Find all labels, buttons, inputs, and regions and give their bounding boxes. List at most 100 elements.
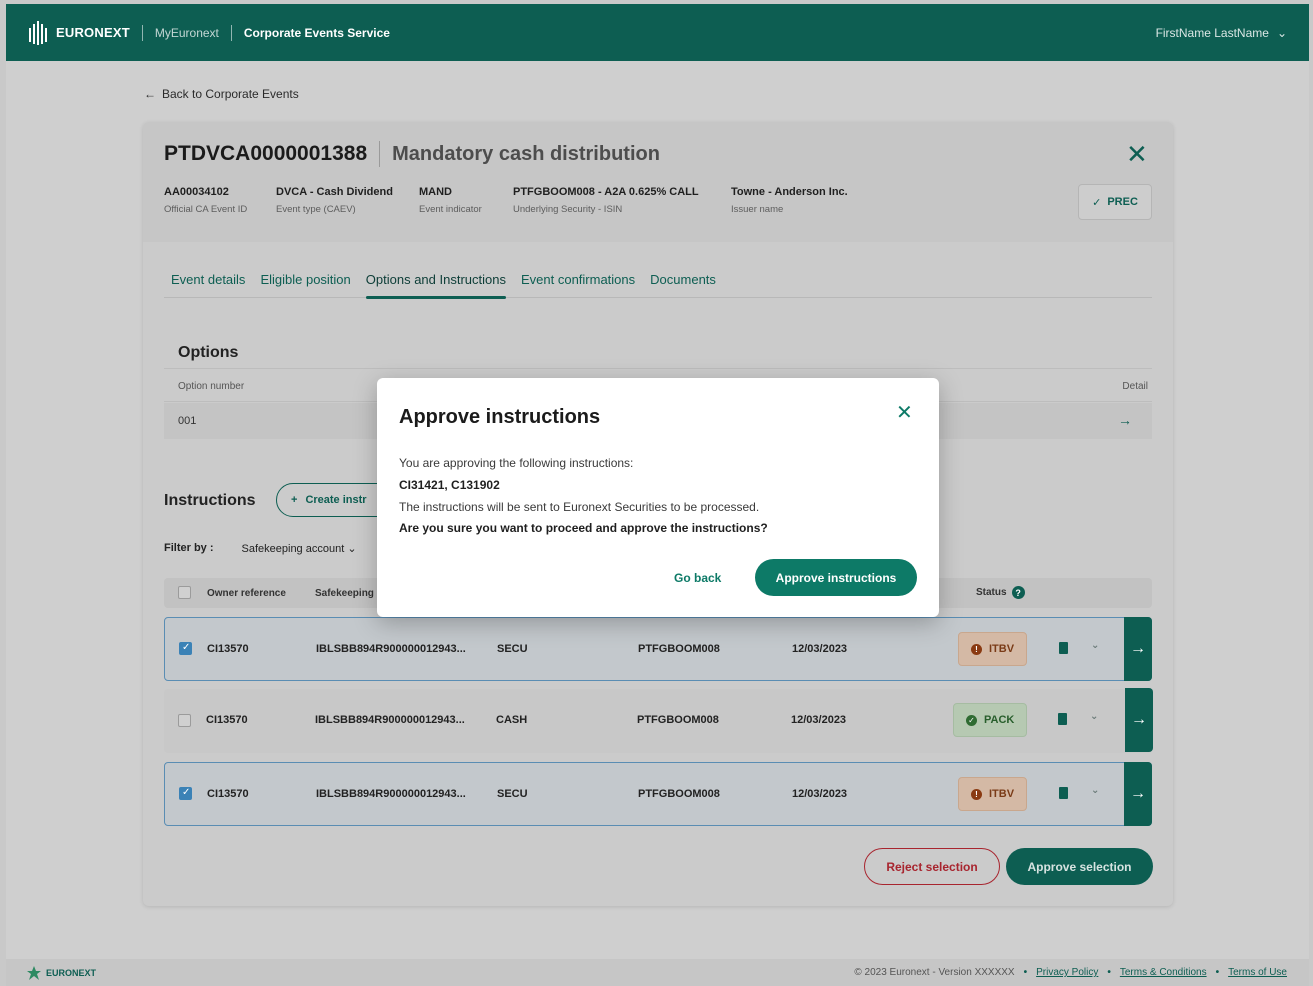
- arrow-right-icon: →: [1130, 785, 1146, 802]
- bullet-separator: •: [1215, 967, 1220, 978]
- filter-dropdown-label: Safekeeping account: [241, 543, 345, 555]
- type-cell: CASH: [496, 714, 528, 726]
- select-all-checkbox[interactable]: [178, 586, 191, 599]
- approve-instructions-button[interactable]: Approve instructions: [755, 559, 917, 596]
- arrow-left-icon: ←: [144, 87, 156, 101]
- row-checkbox[interactable]: [178, 714, 191, 727]
- arrow-right-icon: →: [1131, 711, 1147, 728]
- prec-status-button[interactable]: ✓ PREC: [1078, 184, 1152, 220]
- privacy-policy-link[interactable]: Privacy Policy: [1036, 967, 1098, 978]
- tab-event-confirmations[interactable]: Event confirmations: [521, 272, 635, 298]
- filter-safekeeping-dropdown[interactable]: Safekeeping account ⌄: [242, 542, 357, 555]
- check-icon: ✓: [1092, 196, 1102, 209]
- status-badge: ! ITBV: [958, 632, 1028, 666]
- reject-selection-button[interactable]: Reject selection: [864, 848, 1000, 885]
- status-label: ITBV: [989, 788, 1015, 800]
- nav-service-title[interactable]: Corporate Events Service: [244, 26, 390, 40]
- status-badge: ! ITBV: [958, 777, 1028, 811]
- user-name: FirstName LastName: [1155, 25, 1269, 40]
- terms-of-use-link[interactable]: Terms of Use: [1228, 967, 1287, 978]
- chevron-down-icon[interactable]: ⌄: [1091, 640, 1099, 651]
- isin-cell: PTFGBOOM008: [638, 788, 720, 800]
- meta-value: Towne - Anderson Inc.: [731, 186, 848, 198]
- status-badge: ✓ PACK: [953, 703, 1028, 737]
- col-safekeeping: Safekeeping: [315, 588, 374, 599]
- chevron-down-icon: ⌄: [1276, 25, 1287, 40]
- terms-conditions-link[interactable]: Terms & Conditions: [1120, 967, 1207, 978]
- user-menu[interactable]: FirstName LastName ⌄: [1156, 26, 1287, 40]
- trash-icon[interactable]: [1059, 787, 1068, 799]
- col-status-label: Status: [976, 587, 1007, 598]
- chevron-down-icon[interactable]: ⌄: [1091, 785, 1099, 796]
- event-card-header: [143, 122, 1173, 242]
- meta-ca-event-id: AA00034102 Official CA Event ID: [164, 186, 247, 215]
- tab-event-details[interactable]: Event details: [171, 272, 245, 298]
- trash-icon[interactable]: [1059, 642, 1068, 654]
- event-title: PTDVCA0000001388 Mandatory cash distribu…: [164, 141, 660, 167]
- meta-underlying-security: PTFGBOOM008 - A2A 0.625% CALL Underlying…: [513, 186, 699, 215]
- plus-icon: +: [291, 494, 298, 506]
- option-number-cell: 001: [178, 415, 197, 427]
- footer-links: © 2023 Euronext - Version XXXXXX • Priva…: [854, 967, 1287, 978]
- divider: [230, 24, 232, 41]
- euronext-logo-icon: [29, 20, 47, 45]
- meta-label: Underlying Security - ISIN: [513, 204, 623, 215]
- close-icon[interactable]: ✕: [896, 403, 913, 423]
- safekeeping-cell: IBLSBB894R900000012943...: [316, 643, 466, 655]
- instructions-title: Instructions: [164, 492, 256, 509]
- euronext-leaf-icon: [27, 966, 41, 980]
- footer-copyright: © 2023 Euronext - Version XXXXXX: [854, 967, 1015, 978]
- tab-documents[interactable]: Documents: [650, 272, 716, 298]
- tab-options-and-instructions[interactable]: Options and Instructions: [365, 272, 507, 299]
- help-icon[interactable]: ?: [1011, 586, 1025, 599]
- options-title: Options: [178, 344, 239, 361]
- prec-label: PREC: [1107, 196, 1138, 208]
- row-checkbox[interactable]: [179, 642, 192, 655]
- footer-logo: EURONEXT: [26, 965, 96, 981]
- approve-instructions-dialog: Approve instructions ✕ You are approving…: [377, 378, 939, 617]
- trash-icon[interactable]: [1058, 713, 1067, 725]
- filter-label: Filter by :: [164, 542, 214, 554]
- back-link[interactable]: ← Back to Corporate Events: [144, 87, 299, 101]
- table-row[interactable]: CI13570 IBLSBB894R900000012943... CASH P…: [164, 688, 1153, 753]
- table-row[interactable]: CI13570 IBLSBB894R900000012943... SECU P…: [164, 762, 1152, 826]
- col-owner-reference: Owner reference: [207, 588, 286, 599]
- meta-value: DVCA - Cash Dividend: [276, 186, 393, 198]
- footer: EURONEXT © 2023 Euronext - Version XXXXX…: [6, 959, 1309, 986]
- meta-value: AA00034102: [164, 186, 229, 198]
- col-option-number: Option number: [178, 381, 245, 392]
- create-instruction-label: Create instr: [305, 494, 367, 506]
- row-open-button[interactable]: →: [1125, 688, 1153, 752]
- chevron-down-icon[interactable]: ⌄: [1090, 711, 1098, 722]
- divider: [141, 24, 143, 41]
- status-label: PACK: [984, 714, 1015, 726]
- check-circle-icon: ✓: [966, 714, 977, 726]
- close-icon[interactable]: ✕: [1126, 141, 1148, 167]
- row-open-button[interactable]: →: [1124, 762, 1152, 826]
- meta-label: Event indicator: [419, 204, 482, 215]
- arrow-right-icon[interactable]: →: [1118, 412, 1132, 428]
- table-row[interactable]: CI13570 IBLSBB894R900000012943... SECU P…: [164, 617, 1152, 681]
- event-tabs: Event details Eligible position Options …: [164, 272, 1152, 299]
- status-label: ITBV: [989, 643, 1015, 655]
- approve-selection-button[interactable]: Approve selection: [1006, 848, 1153, 885]
- date-cell: 12/03/2023: [792, 643, 848, 655]
- meta-label: Event type (CAEV): [276, 204, 356, 215]
- top-bar: EURONEXT MyEuronext Corporate Events Ser…: [6, 4, 1309, 61]
- date-cell: 12/03/2023: [791, 714, 847, 726]
- euronext-logo[interactable]: EURONEXT: [28, 20, 130, 46]
- row-checkbox[interactable]: [179, 787, 192, 800]
- tab-eligible-position[interactable]: Eligible position: [260, 272, 350, 298]
- safekeeping-cell: IBLSBB894R900000012943...: [316, 788, 466, 800]
- row-open-button[interactable]: →: [1124, 617, 1152, 681]
- meta-label: Official CA Event ID: [164, 204, 248, 215]
- dialog-question-text: Are you sure you want to proceed and app…: [399, 521, 768, 535]
- chevron-down-icon: ⌄: [347, 543, 357, 555]
- nav-myeuronext-link[interactable]: MyEuronext: [155, 26, 219, 40]
- go-back-button[interactable]: Go back: [674, 571, 721, 585]
- meta-issuer-name: Towne - Anderson Inc. Issuer name: [731, 186, 848, 215]
- meta-label: Issuer name: [731, 204, 784, 215]
- event-id: PTDVCA0000001388: [164, 142, 368, 165]
- owner-reference-cell: CI13570: [206, 714, 248, 726]
- filter-bar: Filter by : Safekeeping account ⌄: [164, 542, 357, 555]
